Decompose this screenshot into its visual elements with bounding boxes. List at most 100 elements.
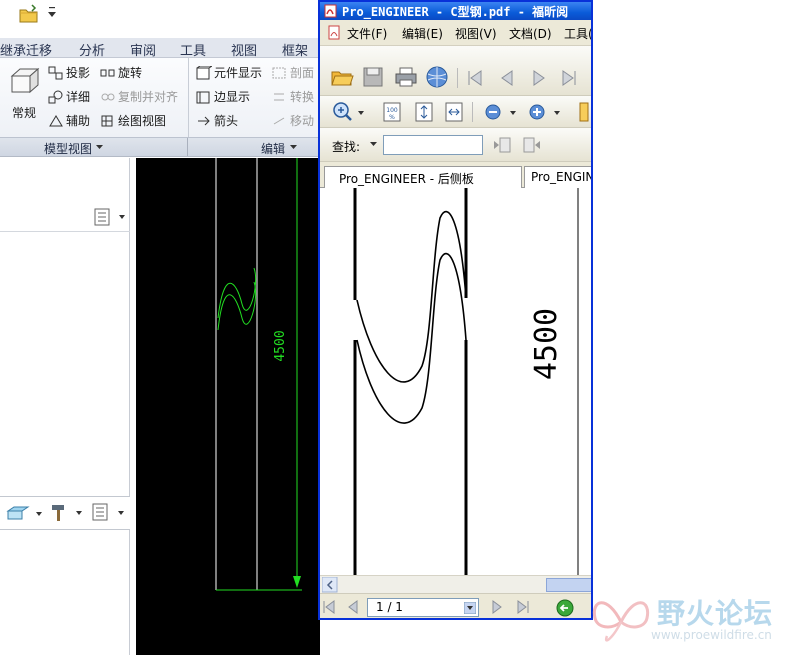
menu-document[interactable]: 文档(D) (509, 25, 552, 42)
tab-review[interactable]: 审阅 (130, 40, 156, 59)
drawing-graphics: 4500 (215, 158, 302, 591)
group-edit-chevron-icon[interactable] (290, 145, 297, 150)
zoom-in-icon[interactable] (528, 103, 564, 121)
group-divider (187, 138, 188, 156)
first-page-icon[interactable] (466, 69, 484, 87)
open-folder-icon[interactable] (18, 4, 40, 24)
layer-icon[interactable] (6, 505, 46, 523)
print-icon[interactable] (394, 66, 418, 88)
horizontal-scrollbar[interactable] (320, 575, 591, 593)
tab-document-rear-panel[interactable]: Pro_ENGINEER - 后侧板 (324, 166, 522, 188)
creo-window: 继承迁移 分析 审阅 工具 视图 框架 常规 投影 详细 辅助 旋转 复制并对齐… (0, 0, 320, 655)
break-curve-upper (356, 210, 467, 383)
actual-size-icon[interactable]: 100 % (382, 101, 402, 123)
layer-settings-icon[interactable] (92, 503, 128, 523)
tab-view[interactable]: 视图 (231, 40, 257, 59)
page-dropdown-icon[interactable] (464, 602, 476, 614)
find-input[interactable] (383, 135, 483, 155)
revolve-icon (100, 69, 115, 77)
revolve-button[interactable]: 旋转 (100, 64, 142, 84)
general-button-label[interactable]: 常规 (12, 104, 36, 124)
menu-file[interactable]: 文件(F) (347, 25, 387, 42)
foxit-title-bar[interactable]: Pro_ENGINEER - C型钢.pdf - 福昕阅 (320, 2, 591, 20)
globe-icon[interactable] (424, 65, 450, 89)
group-model-views-chevron-icon[interactable] (96, 145, 103, 150)
projection-button[interactable]: 投影 (48, 64, 90, 84)
tab-tools[interactable]: 工具 (180, 40, 206, 59)
dimension-text[interactable]: 4500 (273, 330, 288, 361)
previous-page-icon[interactable] (498, 69, 516, 87)
tree-settings-icon[interactable] (94, 208, 128, 226)
save-icon[interactable] (362, 66, 384, 88)
move-icon (273, 117, 285, 125)
zoom-out-icon[interactable] (484, 103, 520, 121)
zoom-tool-icon[interactable] (332, 101, 366, 123)
foxit-reader-window: Pro_ENGINEER - C型钢.pdf - 福昕阅 文件(F) 编辑(E)… (318, 0, 593, 620)
foxit-file-toolbar (320, 46, 591, 96)
detail-button[interactable]: 详细 (48, 88, 90, 108)
page-indicator: 1 / 1 (376, 600, 403, 614)
find-previous-icon[interactable] (492, 136, 512, 154)
drawing-view-icon (101, 115, 113, 127)
page-number-field[interactable]: 1 / 1 (367, 598, 479, 617)
drawing-view-button[interactable]: 绘图视图 (100, 112, 166, 132)
component-display-icon (196, 66, 212, 80)
fit-page-icon[interactable] (414, 101, 434, 123)
pdf-app-icon (324, 4, 337, 18)
tab-analysis[interactable]: 分析 (79, 40, 105, 59)
status-last-page-icon[interactable] (516, 600, 530, 614)
auxiliary-button[interactable]: 辅助 (48, 112, 90, 132)
fit-width-icon[interactable] (444, 101, 464, 123)
document-menu-icon[interactable] (328, 25, 342, 41)
scroll-left-icon[interactable] (322, 577, 338, 593)
next-page-icon[interactable] (530, 69, 548, 87)
toolbar-separator (472, 102, 473, 122)
watermark-url: www.proewildfire.cn (651, 628, 772, 642)
find-options-chevron-icon[interactable] (370, 142, 378, 148)
find-label: 查找: (332, 140, 361, 154)
menu-edit[interactable]: 编辑(E) (402, 25, 443, 42)
status-next-page-icon[interactable] (490, 600, 504, 614)
foxit-find-toolbar: 查找: (320, 128, 591, 162)
last-page-icon[interactable] (560, 69, 578, 87)
menu-tools[interactable]: 工具( (564, 25, 591, 42)
auxiliary-icon (49, 115, 63, 127)
foxit-zoom-toolbar: 100 % (320, 96, 591, 128)
tab-frame[interactable]: 框架 (282, 40, 308, 59)
find-next-icon[interactable] (522, 136, 542, 154)
go-back-icon[interactable] (556, 599, 574, 617)
quick-access-toolbar (0, 0, 320, 38)
ribbon-divider (188, 58, 189, 137)
convert-button[interactable]: 转换 (272, 88, 314, 108)
copy-and-align-button[interactable]: 复制并对齐 (100, 88, 178, 108)
section-button[interactable]: 剖面 (272, 64, 314, 84)
arrow-button[interactable]: 箭头 (196, 112, 238, 132)
drawing-canvas[interactable]: 4500 (136, 158, 320, 655)
edge-display-button[interactable]: 边显示 (196, 88, 250, 108)
group-edit[interactable]: 编辑 (261, 140, 285, 157)
model-tree-panel (0, 158, 130, 655)
open-folder-icon[interactable] (330, 66, 354, 88)
general-view-icon[interactable] (8, 66, 42, 96)
group-model-views[interactable]: 模型视图 (44, 140, 92, 157)
status-first-page-icon[interactable] (322, 600, 336, 614)
toolbar-overflow-icon[interactable] (578, 101, 592, 123)
component-display-button[interactable]: 元件显示 (196, 64, 262, 84)
tab-document-second[interactable]: Pro_ENGIN (524, 166, 591, 188)
qat-dropdown-icon[interactable] (45, 4, 59, 22)
move-button[interactable]: 移动 (272, 112, 314, 132)
dimension-arrow-icon (293, 576, 301, 588)
menu-view[interactable]: 视图(V) (455, 25, 497, 42)
page-navigation-bar: 1 / 1 (320, 593, 591, 618)
tab-inheritance-migration[interactable]: 继承迁移 (0, 40, 52, 59)
projection-icon (48, 66, 63, 80)
ribbon-group-bar: 模型视图 编辑 (0, 137, 320, 157)
convert-icon (274, 93, 284, 101)
copy-align-icon (101, 93, 115, 101)
pdf-dimension-text: 4500 (529, 308, 564, 380)
tools-hammer-icon[interactable] (50, 503, 86, 523)
status-previous-page-icon[interactable] (346, 600, 360, 614)
svg-text:100: 100 (386, 107, 398, 114)
pdf-document-view[interactable]: 4500 (320, 188, 591, 575)
layer-toolbar (0, 496, 130, 530)
